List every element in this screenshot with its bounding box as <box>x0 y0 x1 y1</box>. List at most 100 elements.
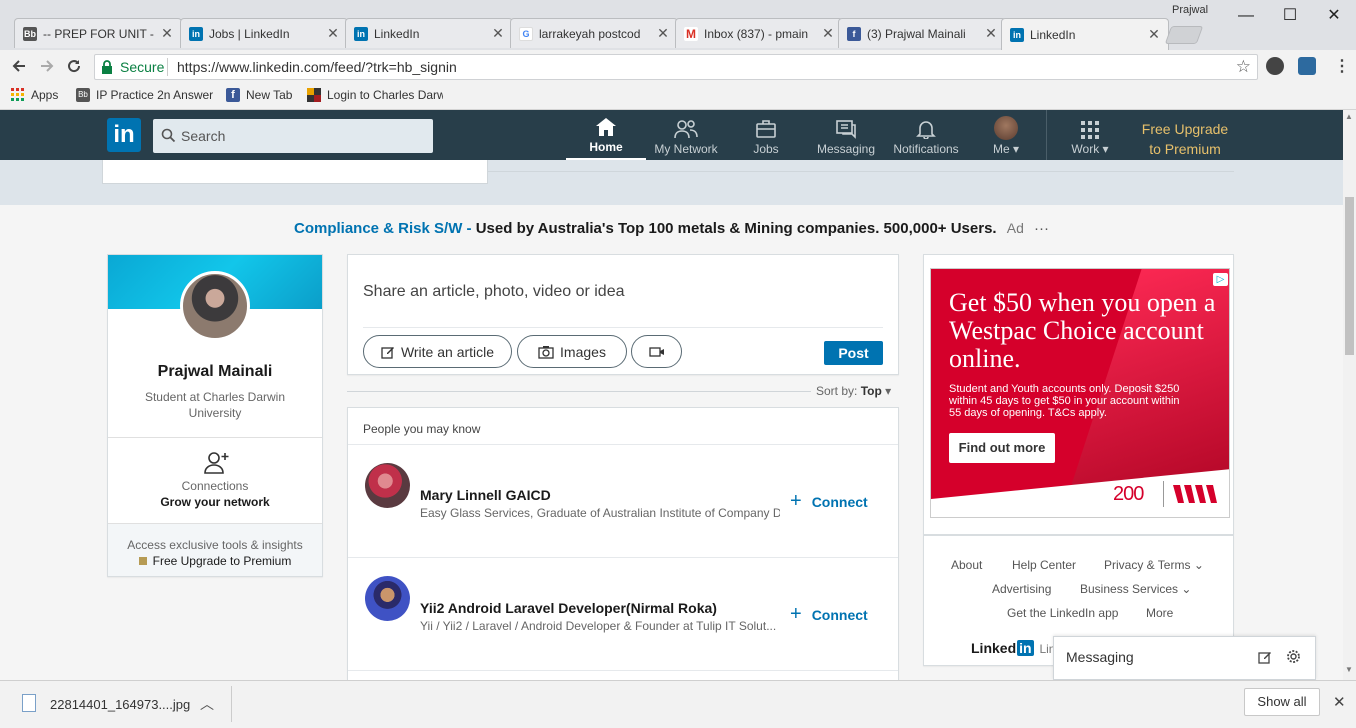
video-button[interactable] <box>631 335 682 368</box>
minimize-window-icon[interactable]: — <box>1236 6 1256 26</box>
nav-my-network[interactable]: My Network <box>648 110 724 160</box>
browser-tab-jobs[interactable]: in Jobs | LinkedIn ✕ <box>180 18 348 48</box>
browser-menu-icon[interactable]: ⋮ <box>1334 56 1350 76</box>
extension-icon[interactable] <box>1266 57 1284 75</box>
ad-brand: Compliance & Risk S/W - <box>294 220 472 237</box>
close-tab-icon[interactable]: ✕ <box>657 25 669 42</box>
chevron-up-icon[interactable]: ︿ <box>200 694 214 714</box>
write-article-button[interactable]: Write an article <box>363 335 512 368</box>
nav-home[interactable]: Home <box>566 110 646 160</box>
bookmark-charles-darwin[interactable]: Login to Charles Darw <box>307 88 443 102</box>
browser-tab-linkedin[interactable]: in LinkedIn ✕ <box>345 18 513 48</box>
reload-icon[interactable] <box>65 57 83 75</box>
back-icon[interactable] <box>10 57 28 75</box>
pencil-icon <box>381 345 395 359</box>
footer-more-link[interactable]: More <box>1146 606 1173 620</box>
premium-upgrade-link[interactable]: Free Upgrade to Premium <box>1130 119 1240 159</box>
nav-me[interactable]: Me ▾ <box>980 110 1032 160</box>
facebook-icon: f <box>847 26 861 41</box>
tab-label: LinkedIn <box>374 26 420 41</box>
messaging-label: Messaging <box>1066 649 1134 665</box>
scroll-up-icon[interactable]: ▲ <box>1345 112 1353 121</box>
connect-button[interactable]: + Connect <box>790 603 868 626</box>
button-label: Write an article <box>400 343 495 360</box>
compose-icon[interactable] <box>1258 650 1272 664</box>
share-input[interactable]: Share an article, photo, video or idea <box>363 283 625 301</box>
scrollbar-thumb[interactable] <box>1345 197 1354 355</box>
plus-icon: + <box>790 603 802 625</box>
connections-section[interactable]: Connections Grow your network <box>108 439 322 523</box>
browser-tab-linkedin-active[interactable]: in LinkedIn ✕ <box>1001 18 1169 50</box>
plus-icon: + <box>790 490 802 512</box>
footer-help-link[interactable]: Help Center <box>1012 558 1076 572</box>
browser-tab-prep[interactable]: Bb -- PREP FOR UNIT - ✕ <box>14 18 182 48</box>
close-window-icon[interactable]: ✕ <box>1324 6 1344 26</box>
browser-tab-google[interactable]: G larrakeyah postcod ✕ <box>510 18 678 48</box>
close-tab-icon[interactable]: ✕ <box>327 25 339 42</box>
browser-tab-gmail[interactable]: M Inbox (837) - pmain ✕ <box>675 18 843 48</box>
nav-label: My Network <box>654 142 718 156</box>
forward-icon[interactable] <box>38 57 56 75</box>
connect-button[interactable]: + Connect <box>790 490 868 513</box>
avatar[interactable] <box>365 463 410 508</box>
linkedin-icon: in <box>189 26 203 41</box>
close-tab-icon[interactable]: ✕ <box>492 25 504 42</box>
lock-icon <box>101 60 113 74</box>
person-headline: Yii / Yii2 / Laravel / Android Developer… <box>420 619 777 633</box>
images-button[interactable]: Images <box>517 335 627 368</box>
premium-link[interactable]: Free Upgrade to Premium <box>153 554 292 568</box>
bookmark-new-tab[interactable]: f New Tab <box>226 88 292 102</box>
download-filename[interactable]: 22814401_164973....jpg <box>50 697 190 712</box>
nav-label: Home <box>589 140 623 154</box>
sort-dropdown[interactable]: Sort by: Top ▾ <box>816 384 891 398</box>
adchoices-icon[interactable]: ▷ <box>1213 273 1228 286</box>
messaging-panel[interactable]: Messaging <box>1053 636 1316 680</box>
premium-line: Free Upgrade <box>1141 121 1229 137</box>
person-name[interactable]: Mary Linnell GAICD <box>420 487 551 503</box>
new-tab-button[interactable] <box>1164 26 1204 44</box>
scrollbar-track[interactable] <box>1343 110 1356 680</box>
footer-about-link[interactable]: About <box>951 558 982 572</box>
gear-icon[interactable] <box>1286 649 1301 664</box>
bookmark-apps[interactable]: Apps <box>11 88 58 102</box>
premium-section[interactable]: Access exclusive tools & insights Free U… <box>108 523 322 576</box>
footer-app-link[interactable]: Get the LinkedIn app <box>1007 606 1118 620</box>
bell-icon <box>916 119 936 139</box>
close-tab-icon[interactable]: ✕ <box>985 25 997 42</box>
find-out-more-button[interactable]: Find out more <box>949 433 1055 463</box>
linkedin-footer-logo: Linked in Link <box>971 640 1061 656</box>
extension-icon[interactable] <box>1298 57 1316 75</box>
person-name[interactable]: Yii2 Android Laravel Developer(Nirmal Ro… <box>420 600 717 616</box>
footer-privacy-link[interactable]: Privacy & Terms ⌄ <box>1104 558 1204 572</box>
tab-label: LinkedIn <box>1030 27 1076 42</box>
url-text[interactable]: https://www.linkedin.com/feed/?trk=hb_si… <box>177 59 457 75</box>
bookmark-star-icon[interactable]: ☆ <box>1236 57 1251 77</box>
close-tab-icon[interactable]: ✕ <box>1148 26 1160 43</box>
footer-advertising-link[interactable]: Advertising <box>992 582 1051 596</box>
close-tab-icon[interactable]: ✕ <box>161 25 173 42</box>
ad-banner[interactable]: Compliance & Risk S/W - Used by Australi… <box>294 220 1049 237</box>
avatar[interactable] <box>365 576 410 621</box>
more-options-icon[interactable]: ··· <box>1034 220 1049 237</box>
nav-messaging[interactable]: Messaging <box>808 110 884 160</box>
linkedin-logo[interactable]: in <box>107 118 141 152</box>
nav-work[interactable]: Work ▾ <box>1064 110 1116 160</box>
nav-notifications[interactable]: Notifications <box>886 110 966 160</box>
show-all-button[interactable]: Show all <box>1244 688 1320 716</box>
footer-business-link[interactable]: Business Services ⌄ <box>1080 582 1191 596</box>
scroll-down-icon[interactable]: ▼ <box>1345 665 1353 674</box>
search-input[interactable]: Search <box>153 119 433 153</box>
nav-jobs[interactable]: Jobs <box>736 110 796 160</box>
bookmark-ip-practice[interactable]: Bb IP Practice 2n Answer <box>76 88 213 102</box>
address-bar[interactable]: Secure https://www.linkedin.com/feed/?tr… <box>94 54 1258 80</box>
browser-profile-name[interactable]: Prajwal <box>1172 4 1208 16</box>
post-button[interactable]: Post <box>824 341 883 365</box>
image-file-icon <box>22 694 36 712</box>
profile-name[interactable]: Prajwal Mainali <box>108 363 322 381</box>
maximize-window-icon[interactable]: ☐ <box>1280 6 1300 26</box>
profile-avatar[interactable] <box>180 271 250 341</box>
close-tab-icon[interactable]: ✕ <box>822 25 834 42</box>
close-download-bar-icon[interactable]: ✕ <box>1333 693 1346 711</box>
westpac-ad[interactable]: Get $50 when you open a Westpac Choice a… <box>930 268 1230 518</box>
browser-tab-facebook[interactable]: f (3) Prajwal Mainali ✕ <box>838 18 1006 48</box>
